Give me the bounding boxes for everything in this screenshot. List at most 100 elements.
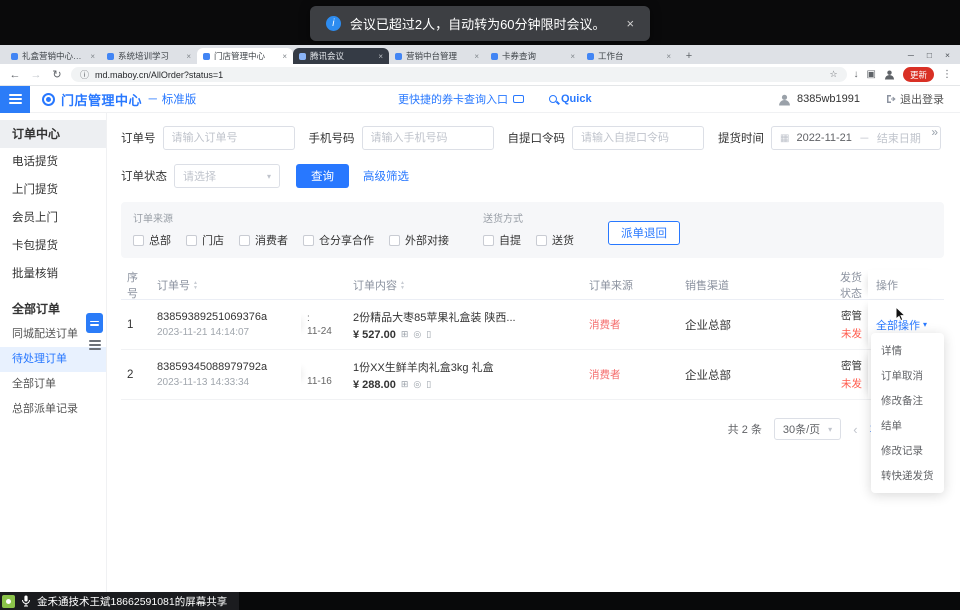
- sidebar-item[interactable]: 会员上门: [0, 204, 106, 232]
- coupon-query-link[interactable]: 更快捷的券卡查询入口: [398, 91, 508, 107]
- table-header-order-no[interactable]: 订单号▲▼: [151, 277, 301, 293]
- new-tab-button[interactable]: +: [681, 48, 697, 64]
- calendar-icon: ▦: [780, 133, 789, 144]
- order-time: 2023-11-13 14:33:34: [157, 377, 295, 388]
- back-button[interactable]: ←: [8, 69, 22, 81]
- extensions-icon[interactable]: ▣: [867, 69, 876, 80]
- order-source-option[interactable]: 消费者: [239, 232, 288, 248]
- bookmark-star-icon[interactable]: ☆: [829, 69, 837, 80]
- tab-close-icon[interactable]: ×: [378, 52, 383, 61]
- cell-order-content: 1份XX生鲜羊肉礼盒3kg 礼盒¥ 288.00⊞◎▯: [347, 359, 583, 391]
- browser-tab[interactable]: 营销中台管理×: [389, 48, 485, 64]
- pickup-code-label: 自提口令码: [508, 130, 566, 146]
- quick-search-button[interactable]: Quick: [549, 93, 592, 105]
- phone-input[interactable]: [362, 126, 494, 150]
- action-menu-item[interactable]: 结单: [871, 413, 944, 438]
- order-no-input[interactable]: [163, 126, 295, 150]
- browser-tab[interactable]: 腾讯会议×: [293, 48, 389, 64]
- forward-button[interactable]: →: [29, 69, 43, 81]
- sidebar-item[interactable]: 卡包提货: [0, 232, 106, 260]
- meeting-app-icon: [2, 595, 15, 608]
- delivery-method-option[interactable]: 送货: [536, 232, 574, 248]
- sidebar-toggle-icon[interactable]: [89, 340, 101, 350]
- total-count: 共 2 条: [728, 421, 762, 437]
- minimize-button[interactable]: ─: [908, 50, 914, 60]
- sort-down-icon[interactable]: ▼: [400, 286, 405, 291]
- filter-row-2: 订单状态 请选择 ▾ 查询 高级筛选: [121, 164, 944, 188]
- sidebar-item[interactable]: 待处理订单: [0, 347, 106, 372]
- tab-close-icon[interactable]: ×: [570, 52, 575, 61]
- delivery-method-group: 送货方式 自提送货: [483, 210, 574, 248]
- checkbox-icon[interactable]: [303, 235, 314, 246]
- menu-kebab-icon[interactable]: ⋮: [942, 69, 952, 80]
- browser-tab[interactable]: 门店管理中心×: [197, 48, 293, 64]
- sidebar-item[interactable]: 总部派单记录: [0, 397, 106, 422]
- order-source-option[interactable]: 外部对接: [389, 232, 449, 248]
- browser-tab[interactable]: 工作台 ×: [581, 48, 677, 64]
- tab-close-icon[interactable]: ×: [186, 52, 191, 61]
- floating-shortcut-button[interactable]: [86, 313, 103, 333]
- tab-close-icon[interactable]: ×: [282, 52, 287, 61]
- collapse-panel-button[interactable]: »: [931, 125, 938, 139]
- sidebar-item[interactable]: 上门提货: [0, 176, 106, 204]
- tab-close-icon[interactable]: ×: [666, 52, 671, 61]
- profile-icon[interactable]: [884, 69, 895, 80]
- dispatch-return-button[interactable]: 派单退回: [608, 221, 680, 245]
- screen-share-bar: 金禾通技术王斌18662591081的屏幕共享: [0, 592, 960, 610]
- app-menu-button[interactable]: [0, 86, 30, 113]
- maximize-button[interactable]: □: [927, 50, 932, 60]
- prev-page-button[interactable]: ‹: [853, 422, 857, 437]
- sidebar: 订单中心电话提货上门提货会员上门卡包提货批量核销全部订单同城配送订单待处理订单全…: [0, 113, 107, 592]
- tab-title: 工作台: [598, 50, 662, 62]
- update-button[interactable]: 更新: [903, 67, 934, 82]
- sort-icon[interactable]: ▲▼: [193, 281, 198, 290]
- window-controls: ─ □ ×: [908, 50, 960, 60]
- order-source-tag: 消费者: [589, 369, 621, 381]
- page-size-select[interactable]: 30条/页 ▾: [774, 418, 841, 440]
- toast-close-icon[interactable]: ×: [627, 16, 635, 31]
- order-source-option[interactable]: 仓分享合作: [303, 232, 374, 248]
- checkbox-icon[interactable]: [133, 235, 144, 246]
- logout-button[interactable]: 退出登录: [886, 91, 944, 107]
- browser-tab[interactable]: 系统培训学习×: [101, 48, 197, 64]
- checkbox-icon[interactable]: [389, 235, 400, 246]
- tab-close-icon[interactable]: ×: [90, 52, 95, 61]
- order-status-select[interactable]: 请选择 ▾: [174, 164, 280, 188]
- downloads-icon[interactable]: ↓: [854, 69, 859, 80]
- browser-tab[interactable]: 礼盒营销中心管理中心×: [5, 48, 101, 64]
- sidebar-item[interactable]: 电话提货: [0, 148, 106, 176]
- web-app: 门店管理中心 － 标准版 更快捷的券卡查询入口 Quick 8385wb1991: [0, 86, 960, 592]
- action-menu-item[interactable]: 订单取消: [871, 363, 944, 388]
- checkbox-icon[interactable]: [536, 235, 547, 246]
- action-menu-item[interactable]: 修改记录: [871, 438, 944, 463]
- sidebar-item[interactable]: 批量核销: [0, 260, 106, 288]
- action-menu-item[interactable]: 修改备注: [871, 388, 944, 413]
- reload-button[interactable]: ↻: [50, 68, 64, 81]
- main-content: 订单号 手机号码 自提口令码 提货时间 ▦ 2022-11-21 － 结束日期: [107, 113, 960, 592]
- phone-icon: ▯: [426, 329, 431, 340]
- window-close-button[interactable]: ×: [945, 50, 950, 60]
- action-menu-item[interactable]: 详情: [871, 338, 944, 363]
- date-range-picker[interactable]: ▦ 2022-11-21 － 结束日期: [771, 126, 941, 150]
- sort-down-icon[interactable]: ▼: [193, 286, 198, 291]
- action-menu-item[interactable]: 转快递发货: [871, 463, 944, 488]
- tab-close-icon[interactable]: ×: [474, 52, 479, 61]
- browser-tab[interactable]: 卡券查询×: [485, 48, 581, 64]
- tab-favicon-icon: [11, 53, 18, 60]
- address-bar[interactable]: ⓘ md.maboy.cn/AllOrder?status=1 ☆: [71, 67, 847, 82]
- delivery-method-option[interactable]: 自提: [483, 232, 521, 248]
- site-info-icon[interactable]: ⓘ: [80, 68, 89, 81]
- checkbox-icon[interactable]: [483, 235, 494, 246]
- search-button[interactable]: 查询: [296, 164, 349, 188]
- order-source-option[interactable]: 总部: [133, 232, 171, 248]
- sidebar-item[interactable]: 全部订单: [0, 372, 106, 397]
- order-source-option[interactable]: 门店: [186, 232, 224, 248]
- table-header-content[interactable]: 订单内容▲▼: [347, 277, 583, 293]
- pickup-code-input[interactable]: [572, 126, 704, 150]
- advanced-filter-link[interactable]: 高级筛选: [363, 168, 409, 184]
- search-icon: [549, 95, 557, 103]
- checkbox-icon[interactable]: [186, 235, 197, 246]
- checkbox-icon[interactable]: [239, 235, 250, 246]
- sort-icon[interactable]: ▲▼: [400, 281, 405, 290]
- order-price: ¥ 288.00: [353, 379, 396, 391]
